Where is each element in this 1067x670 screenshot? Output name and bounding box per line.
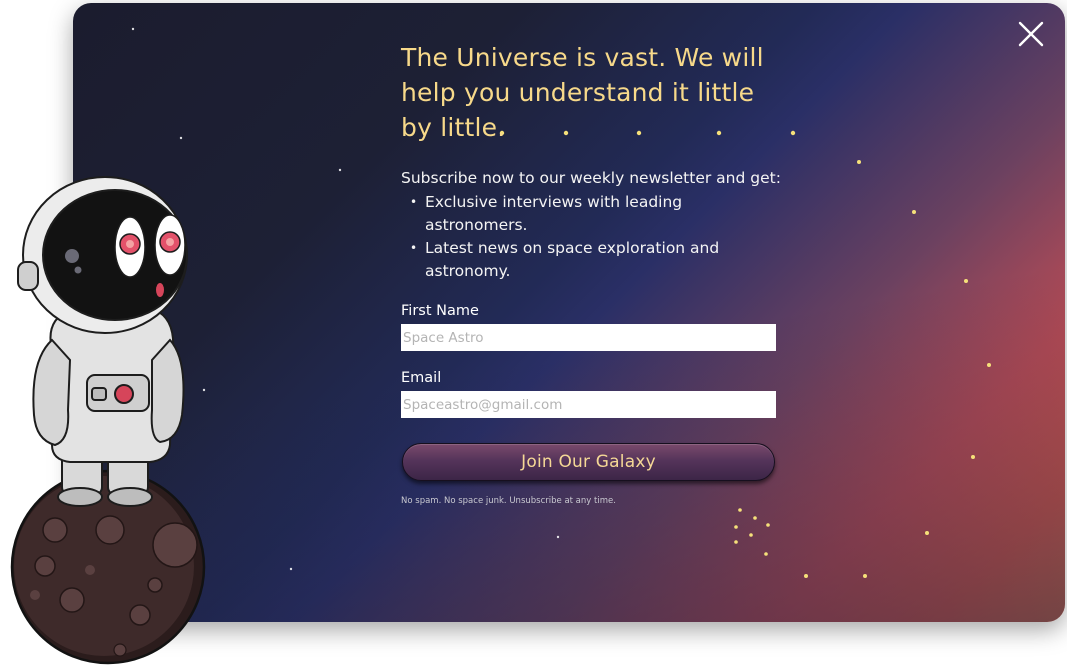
email-input[interactable] (401, 391, 776, 418)
close-button[interactable] (1016, 19, 1046, 49)
close-icon (1018, 21, 1044, 47)
email-label: Email (401, 370, 442, 386)
newsletter-content: The Universe is vast. We will help you u… (401, 40, 781, 507)
disclaimer-text: No spam. No space junk. Unsubscribe at a… (401, 496, 616, 506)
perk-item: Latest news on space exploration and ast… (401, 237, 721, 283)
join-galaxy-button[interactable]: Join Our Galaxy (402, 443, 775, 481)
first-name-label: First Name (401, 303, 479, 319)
first-name-input[interactable] (401, 324, 776, 351)
astronaut-illustration (10, 176, 206, 665)
intro-text: Subscribe now to our weekly newsletter a… (401, 169, 781, 187)
page: The Universe is vast. We will help you u… (0, 0, 1067, 670)
perks-list: Exclusive interviews with leading astron… (401, 191, 721, 283)
perk-item: Exclusive interviews with leading astron… (401, 191, 721, 237)
headline: The Universe is vast. We will help you u… (401, 43, 764, 142)
subscribe-form: First Name Email Join Our Galaxy (401, 302, 781, 481)
